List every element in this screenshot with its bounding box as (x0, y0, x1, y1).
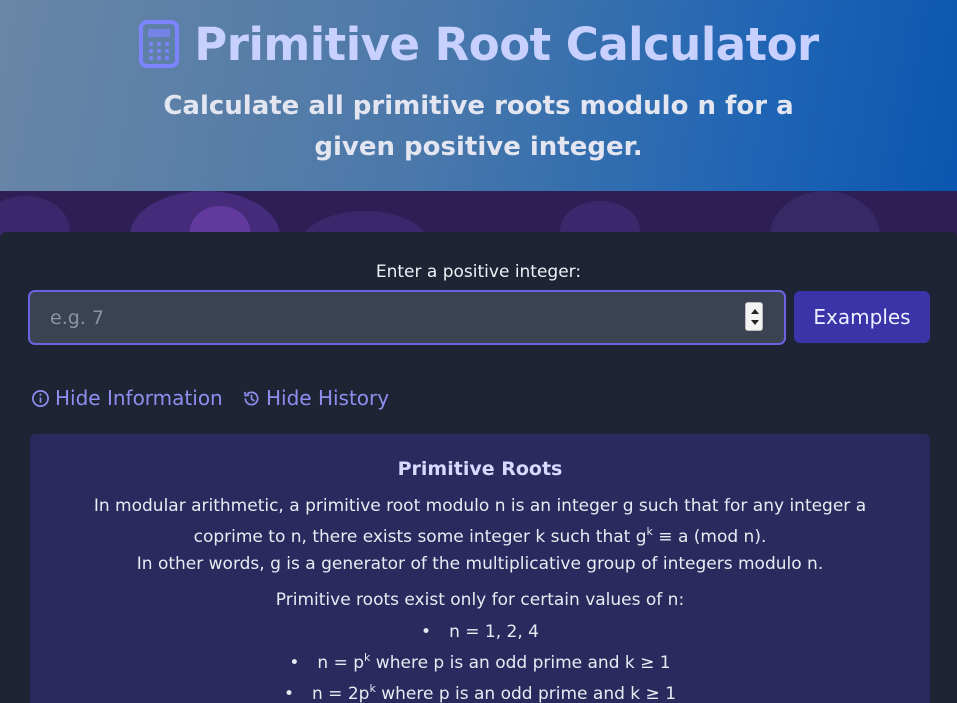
page-subtitle: Calculate all primitive roots modulo n f… (163, 91, 794, 162)
examples-button[interactable]: Examples (794, 291, 930, 343)
list-item: n = pk where p is an odd prime and k ≥ 1 (30, 645, 930, 676)
hide-history-label[interactable]: Hide History (266, 386, 389, 410)
input-label: Enter a positive integer: (375, 262, 582, 282)
number-input[interactable] (28, 290, 786, 345)
history-icon (244, 391, 259, 406)
list-item: n = 1, 2, 4 (30, 620, 930, 645)
calculator-icon (139, 20, 180, 68)
info-existence-text: Primitive roots exist only for certain v… (275, 590, 685, 610)
info-generator-text: In other words, g is a generator of the … (136, 554, 824, 574)
hide-information-label[interactable]: Hide Information (55, 386, 223, 410)
page-header: Primitive Root Calculator Calculate all … (0, 0, 957, 191)
list-item: n = 2pk where p is an odd prime and k ≥ … (30, 676, 930, 703)
title-row: Primitive Root Calculator (0, 14, 957, 74)
info-definition-tail: ≡ a (mod n). (652, 527, 767, 547)
number-spinner[interactable] (745, 302, 763, 331)
info-list: n = 1, 2, 4 n = pk where p is an odd pri… (30, 620, 930, 703)
spinner-up-icon[interactable] (751, 309, 759, 314)
page-title: Primitive Root Calculator (194, 17, 819, 71)
hide-information-toggle[interactable]: Hide Information (31, 386, 223, 410)
info-title: Primitive Roots (397, 458, 563, 480)
information-box: Primitive Roots In modular arithmetic, a… (30, 434, 930, 703)
info-definition: In modular arithmetic, a primitive root … (70, 494, 890, 550)
spinner-down-icon[interactable] (751, 320, 759, 325)
hide-history-toggle[interactable]: Hide History (242, 386, 389, 410)
info-icon (32, 389, 49, 407)
